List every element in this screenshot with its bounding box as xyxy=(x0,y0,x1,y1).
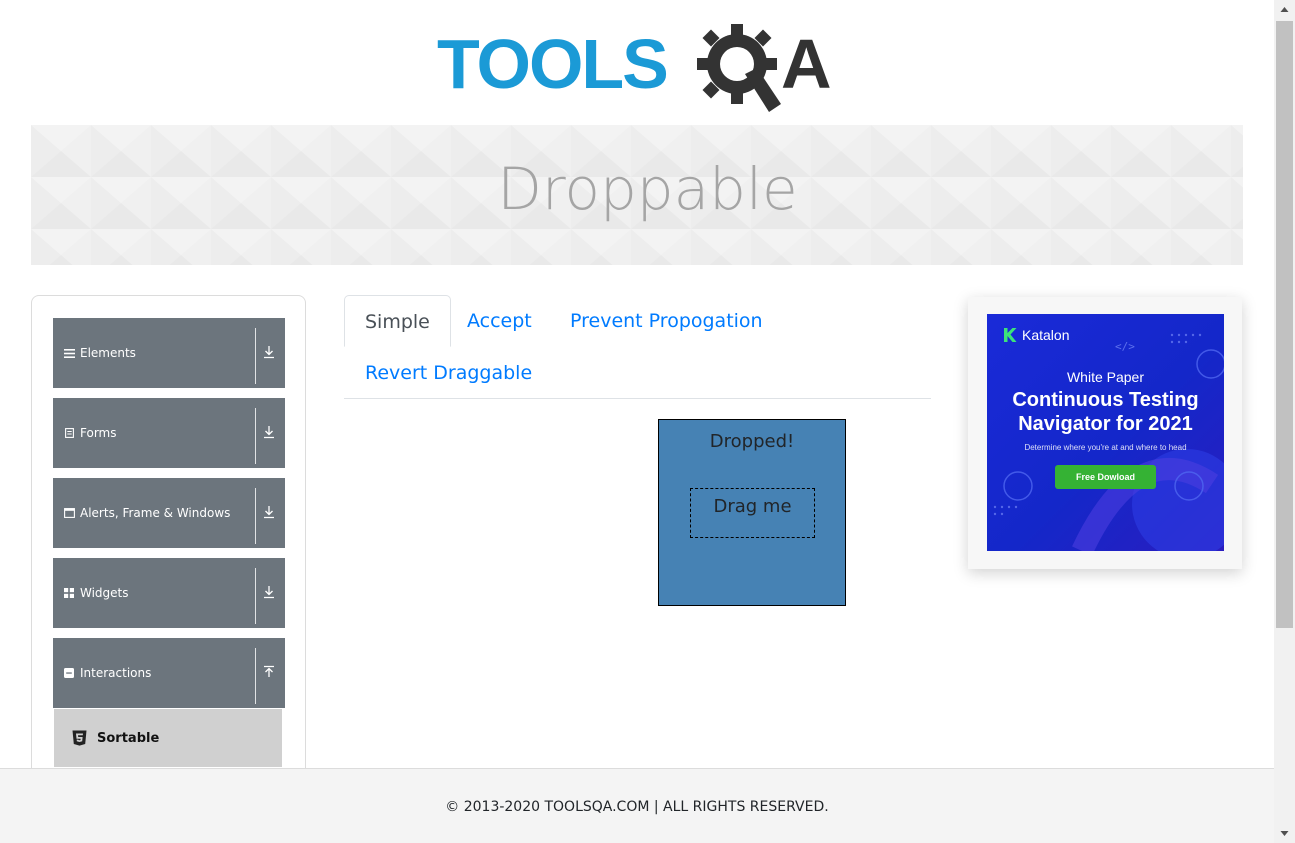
divider xyxy=(255,408,256,464)
sidebar: Elements Forms Alerts, Frame & Windows W… xyxy=(31,295,306,795)
ad-headline-line1: Continuous Testing xyxy=(1012,389,1199,411)
ad-container: </> Katalon White Paper Continuous Testi… xyxy=(968,297,1242,569)
logo-text-a: A xyxy=(781,25,832,103)
sidebar-group-interactions[interactable]: Interactions xyxy=(53,638,285,708)
download-icon xyxy=(264,426,274,439)
scrollbar-thumb[interactable] xyxy=(1276,21,1293,628)
page-title: Droppable xyxy=(497,155,798,223)
page-scrollbar[interactable] xyxy=(1274,0,1295,843)
katalon-logo-icon xyxy=(1004,328,1017,342)
draggable-label: Drag me xyxy=(713,496,792,517)
gear-q-icon xyxy=(697,24,781,112)
tab-prevent-propogation[interactable]: Prevent Propogation xyxy=(550,295,783,347)
sidebar-group-forms[interactable]: Forms xyxy=(53,398,285,468)
ad-headline-line2: Navigator for 2021 xyxy=(1018,413,1193,435)
divider xyxy=(255,648,256,704)
ad-brand: Katalon xyxy=(1003,327,1069,343)
toolsqa-logo[interactable]: TOOLS A xyxy=(437,18,841,114)
droppable-label: Dropped! xyxy=(709,431,795,452)
sidebar-item-label: Sortable xyxy=(97,730,160,746)
ad-subline: Determine where you're at and where to h… xyxy=(1024,443,1187,452)
tab-accept[interactable]: Accept xyxy=(447,295,552,347)
divider xyxy=(255,488,256,544)
sidebar-group-widgets[interactable]: Widgets xyxy=(53,558,285,628)
tab-list: Simple Accept Prevent Propogation Revert… xyxy=(344,295,931,399)
footer: © 2013-2020 TOOLSQA.COM | ALL RIGHTS RES… xyxy=(0,768,1274,843)
grid-icon xyxy=(63,587,75,599)
footer-copyright: © 2013-2020 TOOLSQA.COM | ALL RIGHTS RES… xyxy=(445,799,829,815)
download-icon xyxy=(264,506,274,519)
sidebar-group-alerts[interactable]: Alerts, Frame & Windows xyxy=(53,478,285,548)
upload-icon xyxy=(264,665,274,677)
katalon-ad-banner[interactable]: </> Katalon White Paper Continuous Testi… xyxy=(987,314,1224,551)
divider xyxy=(255,568,256,624)
ad-cta-button[interactable]: Free Dowload xyxy=(1055,465,1156,489)
window-icon xyxy=(63,507,75,519)
download-icon xyxy=(264,346,274,359)
form-icon xyxy=(63,427,75,439)
download-icon xyxy=(264,586,274,599)
scroll-up-arrow-icon[interactable] xyxy=(1274,0,1295,18)
tab-simple[interactable]: Simple xyxy=(344,295,451,347)
svg-text:</>: </> xyxy=(1115,340,1135,353)
tab-revert-draggable[interactable]: Revert Draggable xyxy=(345,347,552,399)
divider xyxy=(255,328,256,384)
logo-text: TOOLS xyxy=(437,25,669,103)
hamburger-icon xyxy=(63,347,75,359)
html5-icon xyxy=(72,730,87,746)
scroll-down-arrow-icon[interactable] xyxy=(1274,825,1295,843)
draggable-box[interactable]: Drag me xyxy=(690,488,815,538)
sidebar-item-sortable[interactable]: Sortable xyxy=(54,709,282,767)
sidebar-group-elements[interactable]: Elements xyxy=(53,318,285,388)
interactions-icon xyxy=(63,667,75,679)
ad-kicker: White Paper xyxy=(1066,369,1145,385)
ad-brand-name: Katalon xyxy=(1022,327,1070,343)
